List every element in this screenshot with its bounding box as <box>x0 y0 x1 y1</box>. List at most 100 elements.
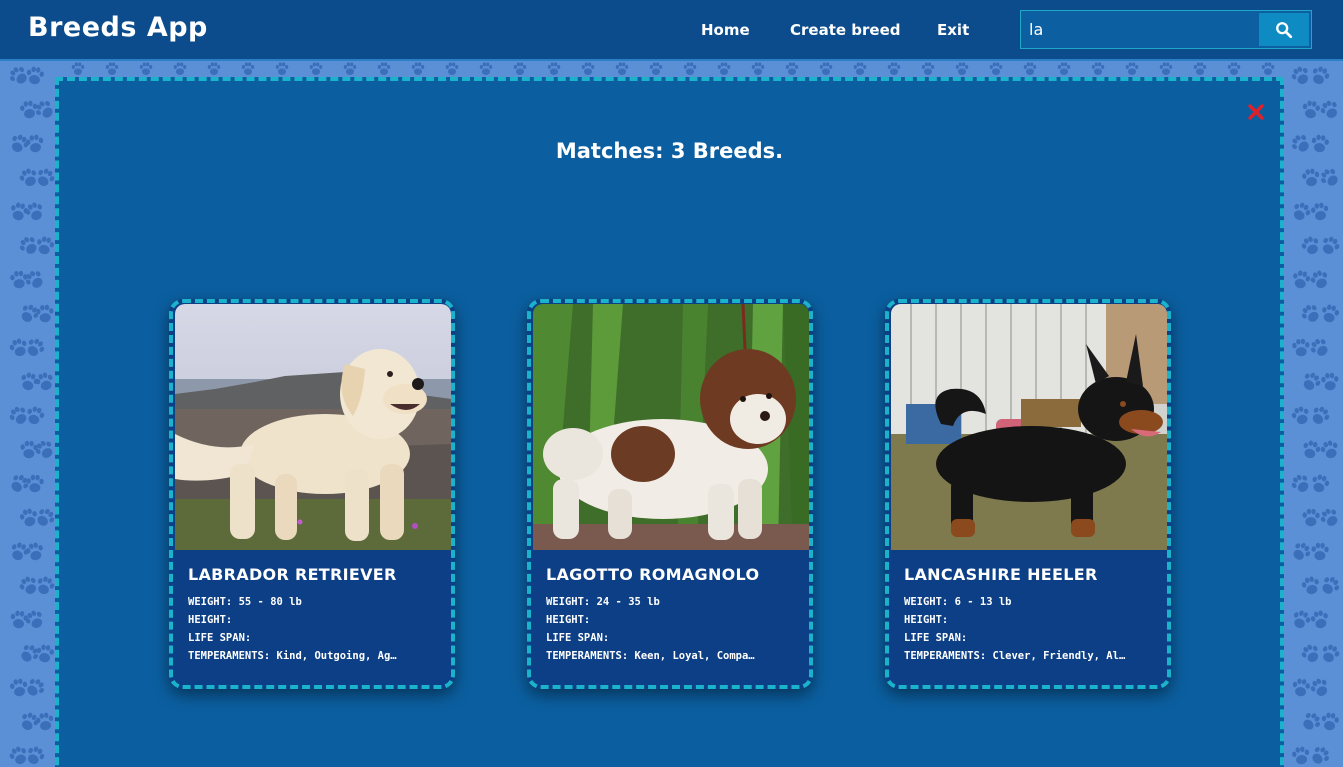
paw-print-icon <box>1308 132 1333 157</box>
paw-print-icon <box>988 61 1004 77</box>
paw-print-icon <box>21 402 49 430</box>
paw-print-icon <box>784 61 800 77</box>
paw-print-icon <box>1305 401 1336 432</box>
search-bar <box>1020 10 1312 49</box>
weight-value: 55 - 80 lb <box>238 596 302 608</box>
paw-print-icon <box>1318 710 1343 735</box>
paw-print-icon <box>1124 61 1140 77</box>
paw-print-icon <box>376 61 392 77</box>
paw-print-icon <box>886 61 902 77</box>
paw-print-icon <box>444 61 460 77</box>
paw-print-icon <box>1309 541 1332 564</box>
paw-print-icon <box>750 61 766 77</box>
paw-print-icon <box>22 539 49 566</box>
breed-name: LAGOTTO ROMAGNOLO <box>546 565 760 584</box>
close-icon[interactable] <box>1247 103 1265 121</box>
paw-print-icon <box>1192 61 1208 77</box>
matches-heading: Matches: 3 Breeds. <box>59 139 1280 163</box>
paw-print-icon <box>512 61 528 77</box>
breed-card[interactable]: LABRADOR RETRIEVER WEIGHT: 55 - 80 lb HE… <box>169 299 455 689</box>
breed-card[interactable]: LANCASHIRE HEELER WEIGHT: 6 - 13 lb HEIG… <box>885 299 1171 689</box>
breed-height: HEIGHT: <box>546 614 796 626</box>
paw-print-icon <box>24 473 47 496</box>
paw-print-icon <box>478 61 494 77</box>
paw-print-icon <box>1317 301 1343 327</box>
breed-weight: WEIGHT: 6 - 13 lb <box>904 596 1154 608</box>
paw-print-icon <box>274 61 290 77</box>
life-span-label: LIFE SPAN: <box>904 632 968 644</box>
paw-print-icon <box>1158 61 1174 77</box>
weight-value: 6 - 13 lb <box>954 596 1012 608</box>
paw-print-icon <box>206 61 222 77</box>
temperaments-value: Keen, Loyal, Compa… <box>634 650 755 662</box>
paw-print-icon <box>342 61 358 77</box>
paw-print-icon <box>546 61 562 77</box>
breed-temperaments: TEMPERAMENTS: Kind, Outgoing, Ag… <box>188 650 438 662</box>
temperaments-value: Clever, Friendly, Al… <box>992 650 1126 662</box>
paw-print-icon <box>580 61 596 77</box>
paw-print-icon <box>1316 436 1343 464</box>
paw-print-icon <box>716 61 732 77</box>
temperaments-value: Kind, Outgoing, Ag… <box>276 650 397 662</box>
matches-count: 3 <box>670 139 686 163</box>
paw-print-icon <box>104 61 120 77</box>
paw-print-icon <box>818 61 834 77</box>
height-label: HEIGHT: <box>546 614 591 626</box>
search-button[interactable] <box>1259 13 1309 46</box>
weight-value: 24 - 35 lb <box>596 596 660 608</box>
search-icon <box>1275 21 1293 39</box>
paw-print-icon <box>1260 61 1276 77</box>
paw-print-icon <box>1056 61 1072 77</box>
temperaments-label: TEMPERAMENTS: <box>904 650 987 662</box>
paw-print-icon <box>23 132 48 157</box>
paw-print-icon <box>1022 61 1038 77</box>
paw-print-icon <box>33 642 58 667</box>
temperaments-label: TEMPERAMENTS: <box>546 650 629 662</box>
life-span-label: LIFE SPAN: <box>188 632 252 644</box>
breed-temperaments: TEMPERAMENTS: Clever, Friendly, Al… <box>904 650 1154 662</box>
paw-print-icon <box>308 61 324 77</box>
results-panel: Matches: 3 Breeds. LABRADOR RETRIEVER WE… <box>55 77 1284 767</box>
nav-create-breed-link[interactable]: Create breed <box>790 21 901 39</box>
paw-print-icon <box>1226 61 1242 77</box>
breed-weight: WEIGHT: 24 - 35 lb <box>546 596 796 608</box>
paw-print-icon <box>1315 231 1343 261</box>
paw-print-icon <box>920 61 936 77</box>
breed-card[interactable]: LAGOTTO ROMAGNOLO WEIGHT: 24 - 35 lb HEI… <box>527 299 813 689</box>
breed-photo-lagotto <box>533 304 809 550</box>
life-span-label: LIFE SPAN: <box>546 632 610 644</box>
height-label: HEIGHT: <box>188 614 233 626</box>
paw-print-icon <box>410 61 426 77</box>
breed-life-span: LIFE SPAN: <box>904 632 1154 644</box>
weight-label: WEIGHT: <box>904 596 949 608</box>
matches-label: Matches: <box>555 139 664 163</box>
paw-print-icon <box>23 64 48 89</box>
paw-print-icon <box>172 61 188 77</box>
breed-life-span: LIFE SPAN: <box>188 632 438 644</box>
weight-label: WEIGHT: <box>546 596 591 608</box>
breed-height: HEIGHT: <box>904 614 1154 626</box>
paw-print-icon <box>648 61 664 77</box>
breed-temperaments: TEMPERAMENTS: Keen, Loyal, Compa… <box>546 650 796 662</box>
navbar: Breeds App Home Create breed Exit <box>0 0 1343 61</box>
breed-name: LABRADOR RETRIEVER <box>188 565 397 584</box>
breed-life-span: LIFE SPAN: <box>546 632 796 644</box>
breed-photo-lancashire <box>891 304 1167 550</box>
matches-suffix: Breeds. <box>692 139 784 163</box>
paw-print-icon <box>32 709 57 734</box>
search-input[interactable] <box>1021 11 1257 48</box>
paw-print-icon <box>1316 640 1343 669</box>
height-label: HEIGHT: <box>904 614 949 626</box>
paw-print-icon <box>682 61 698 77</box>
breed-photo-labrador <box>175 304 451 550</box>
paw-print-icon <box>1090 61 1106 77</box>
nav-home-link[interactable]: Home <box>701 21 750 39</box>
temperaments-label: TEMPERAMENTS: <box>188 650 271 662</box>
weight-label: WEIGHT: <box>188 596 233 608</box>
paw-print-icon <box>70 61 86 77</box>
paw-print-icon <box>33 302 56 325</box>
paw-print-icon <box>852 61 868 77</box>
nav-exit-link[interactable]: Exit <box>937 21 969 39</box>
paw-print-icon <box>1308 200 1333 225</box>
paw-print-icon <box>1318 370 1341 393</box>
